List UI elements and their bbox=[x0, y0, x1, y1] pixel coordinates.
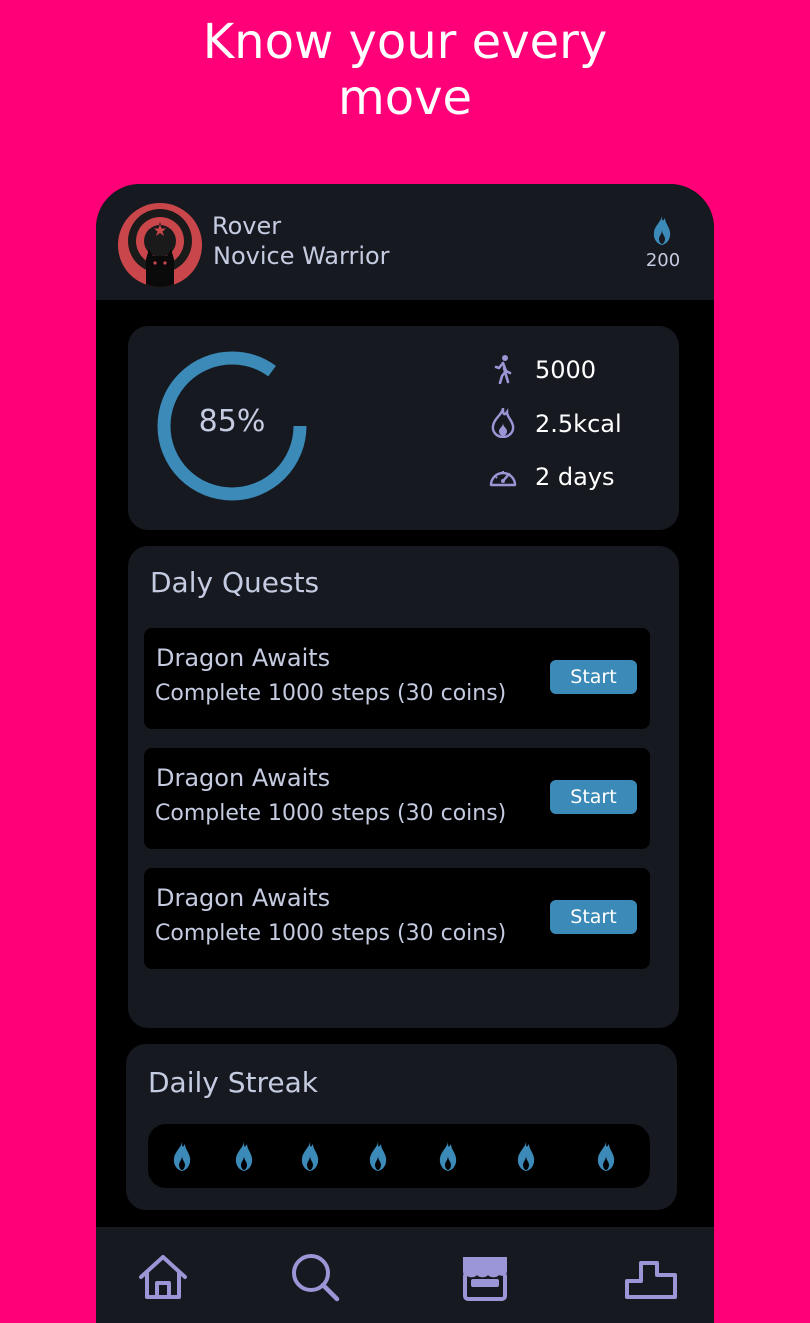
coin-count: 200 bbox=[645, 250, 681, 271]
quest-title: Dragon Awaits bbox=[156, 884, 331, 912]
start-quest-button[interactable]: Start bbox=[550, 900, 637, 934]
flame-icon bbox=[488, 406, 518, 439]
home-icon[interactable] bbox=[135, 1249, 191, 1305]
activity-summary-card: 85% 5000 2.5kcal 2 days bbox=[128, 326, 679, 530]
user-name: Rover bbox=[212, 212, 282, 240]
daily-quests-card: Daly Quests Dragon Awaits Complete 1000 … bbox=[128, 546, 679, 1028]
streak-flame-icon bbox=[439, 1141, 457, 1171]
avatar[interactable] bbox=[118, 203, 202, 287]
walking-icon bbox=[488, 354, 518, 385]
streak-flame-icon bbox=[369, 1141, 387, 1171]
quest-item: Dragon Awaits Complete 1000 steps (30 co… bbox=[144, 628, 650, 729]
streak-flame-icon bbox=[173, 1141, 191, 1171]
streak-flame-icon bbox=[597, 1141, 615, 1171]
quest-title: Dragon Awaits bbox=[156, 644, 331, 672]
quest-title: Dragon Awaits bbox=[156, 764, 331, 792]
progress-percent: 85% bbox=[198, 404, 266, 439]
streak-flame-icon bbox=[301, 1141, 319, 1171]
calories-value: 2.5kcal bbox=[535, 410, 622, 438]
headline-line-2: move bbox=[337, 70, 473, 126]
daily-streak-card: Daily Streak bbox=[126, 1044, 677, 1210]
steps-value: 5000 bbox=[535, 356, 597, 384]
start-quest-button[interactable]: Start bbox=[550, 660, 637, 694]
search-icon[interactable] bbox=[287, 1249, 343, 1305]
store-icon[interactable] bbox=[457, 1249, 513, 1305]
phone-screen: Rover Novice Warrior 200 85% 5000 2.5kca… bbox=[96, 184, 714, 1323]
quests-title: Daly Quests bbox=[150, 566, 320, 599]
flame-icon bbox=[649, 214, 675, 246]
streak-days-value: 2 days bbox=[535, 463, 615, 491]
profile-header: Rover Novice Warrior 200 bbox=[96, 184, 714, 300]
start-quest-button[interactable]: Start bbox=[550, 780, 637, 814]
user-rank: Novice Warrior bbox=[213, 242, 390, 270]
quest-description: Complete 1000 steps (30 coins) bbox=[155, 681, 507, 706]
leaderboard-icon[interactable] bbox=[623, 1249, 679, 1305]
speedometer-icon bbox=[488, 463, 518, 493]
quest-item: Dragon Awaits Complete 1000 steps (30 co… bbox=[144, 868, 650, 969]
quest-description: Complete 1000 steps (30 coins) bbox=[155, 921, 507, 946]
headline: Know your every move bbox=[0, 14, 810, 126]
quest-item: Dragon Awaits Complete 1000 steps (30 co… bbox=[144, 748, 650, 849]
bottom-navigation bbox=[96, 1227, 714, 1323]
streak-flame-icon bbox=[517, 1141, 535, 1171]
streak-title: Daily Streak bbox=[148, 1066, 318, 1099]
streak-flame-icon bbox=[235, 1141, 253, 1171]
quest-description: Complete 1000 steps (30 coins) bbox=[155, 801, 507, 826]
streak-flames-strip bbox=[148, 1124, 650, 1188]
headline-line-1: Know your every bbox=[202, 14, 608, 70]
